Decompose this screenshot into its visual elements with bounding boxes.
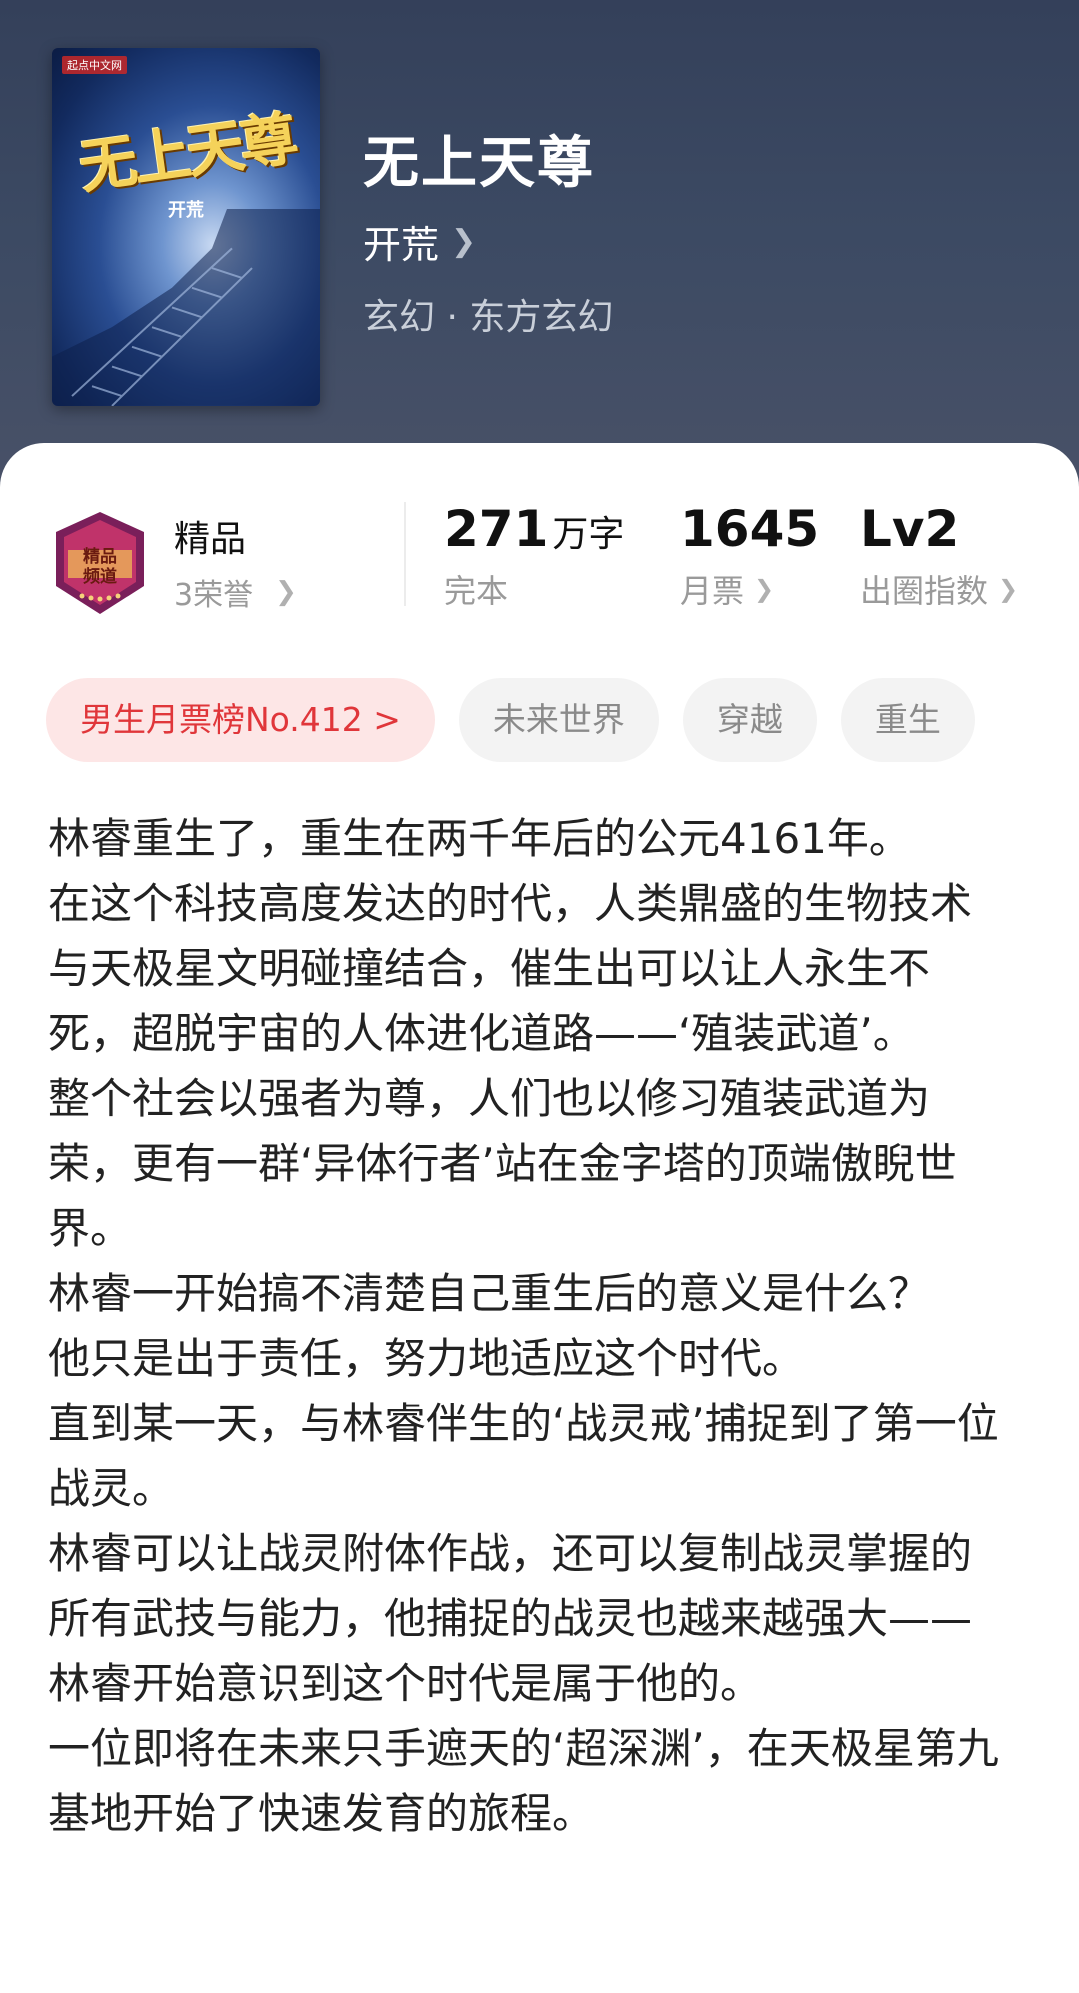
tag-list: 男生月票榜No.412 > 未来世界 穿越 重生 — [46, 678, 975, 762]
description-paragraph: 林睿可以让战灵附体作战，还可以复制战灵掌握的所有武技与能力，他捕捉的战灵也越来越… — [48, 1529, 973, 1643]
description-paragraph: 一位即将在未来只手遮天的‘超深渊’，在天极星第九基地开始了快速发育的旅程。 — [48, 1724, 999, 1838]
description-paragraph: 直到某一天，与林睿伴生的‘战灵戒’捕捉到了第一位战灵。 — [48, 1399, 999, 1513]
tag-rebirth[interactable]: 重生 — [840, 678, 975, 762]
description-paragraph: 他只是出于责任，努力地适应这个时代。 — [48, 1334, 805, 1383]
book-genre[interactable]: 玄幻 · 东方玄幻 — [363, 288, 613, 340]
chevron-right-icon: ❯ — [754, 575, 775, 603]
monthly-ticket-value: 1645 — [680, 500, 820, 558]
stats-divider — [404, 502, 406, 606]
badge-text-line1: 精品 — [83, 546, 117, 567]
honor-title: 精品 — [174, 519, 247, 560]
breakout-index-label: 出圈指数 — [860, 572, 989, 610]
stat-word-count: 271 万字 完本 — [444, 500, 624, 612]
chevron-right-icon: ❯ — [451, 224, 477, 259]
completion-status: 完本 — [444, 572, 509, 610]
word-count-value: 271 — [444, 500, 549, 558]
author-link[interactable]: 开荒 ❯ — [363, 214, 476, 269]
description-paragraph: 在这个科技高度发达的时代，人类鼎盛的生物技术与天极星文明碰撞结合，催生出可以让人… — [48, 879, 973, 1058]
quality-channel-badge-icon[interactable]: 精品 频道 — [48, 510, 152, 616]
stat-monthly-ticket[interactable]: 1645 月票 ❯ — [680, 500, 819, 612]
stat-breakout-index[interactable]: Lv2 出圈指数 ❯ — [860, 500, 1018, 612]
tag-ranking[interactable]: 男生月票榜No.412 > — [46, 678, 435, 762]
author-name: 开荒 — [363, 223, 440, 267]
book-title: 无上天尊 — [363, 130, 595, 196]
honor-count-link[interactable]: 3荣誉 ❯ — [174, 570, 297, 614]
tag-future-world[interactable]: 未来世界 — [458, 678, 659, 762]
book-description[interactable]: 林睿重生了，重生在两千年后的公元4161年。 在这个科技高度发达的时代，人类鼎盛… — [48, 806, 1008, 1846]
honor-count: 3荣誉 — [174, 578, 254, 613]
badge-text-line2: 频道 — [83, 566, 117, 587]
tag-time-travel[interactable]: 穿越 — [682, 678, 817, 762]
book-cover[interactable]: 起点中文网 无上天尊 开荒 — [52, 48, 320, 406]
cover-stairs-illustration — [52, 209, 320, 406]
book-header: 起点中文网 无上天尊 开荒 无上天尊 开荒 ❯ 玄幻 · 东方玄幻 — [0, 0, 1079, 520]
description-paragraph: 林睿重生了，重生在两千年后的公元4161年。 — [48, 814, 911, 863]
monthly-ticket-label: 月票 — [680, 572, 745, 610]
description-paragraph: 林睿一开始搞不清楚自己重生后的意义是什么？ — [48, 1269, 931, 1318]
chevron-right-icon: ❯ — [275, 577, 297, 607]
description-paragraph: 整个社会以强者为尊，人们也以修习殖装武道为荣，更有一群‘异体行者’站在金字塔的顶… — [48, 1074, 957, 1253]
chevron-right-icon: ❯ — [998, 575, 1019, 603]
publisher-logo: 起点中文网 — [62, 56, 127, 74]
description-paragraph: 林睿开始意识到这个时代是属于他的。 — [48, 1659, 763, 1708]
breakout-index-value: Lv2 — [860, 500, 960, 558]
cover-title-art: 无上天尊 — [74, 104, 299, 202]
word-count-unit: 万字 — [552, 514, 625, 555]
